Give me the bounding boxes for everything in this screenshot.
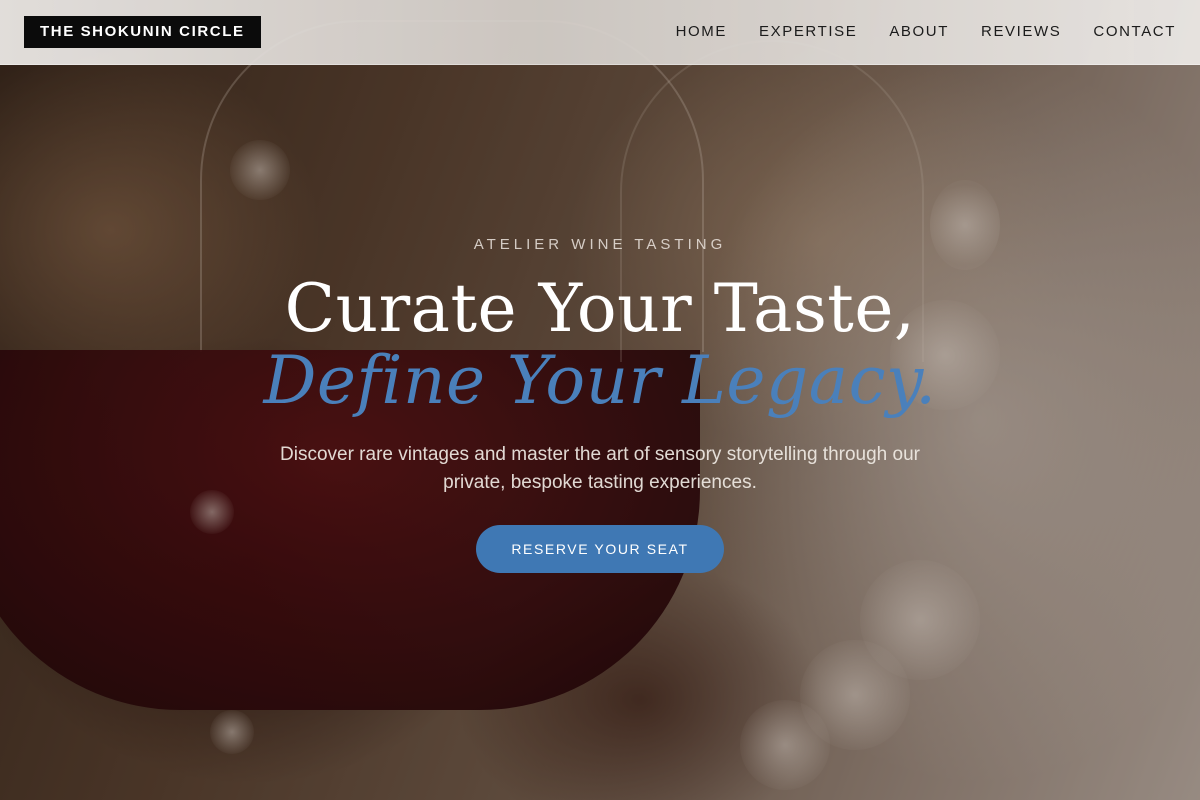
reserve-seat-button[interactable]: RESERVE YOUR SEAT [476,525,724,573]
navbar: THE SHOKUNIN CIRCLE HOME EXPERTISE ABOUT… [0,0,1200,65]
nav-link-contact[interactable]: CONTACT [1093,23,1176,40]
nav-links: HOME EXPERTISE ABOUT REVIEWS CONTACT [676,0,1176,64]
nav-item-about: ABOUT [889,23,949,41]
hero-eyebrow: ATELIER WINE TASTING [473,236,727,253]
hero-section: ATELIER WINE TASTING Curate Your Taste, … [0,236,1200,573]
nav-link-expertise[interactable]: EXPERTISE [759,23,857,40]
nav-item-reviews: REVIEWS [981,23,1061,41]
hero-description: Discover rare vintages and master the ar… [280,444,920,493]
hero-headline-line1: Curate Your Taste, [284,270,916,347]
nav-item-home: HOME [676,23,727,41]
nav-item-expertise: EXPERTISE [759,23,857,41]
hero-headline: Curate Your Taste, Define Your Legacy. [0,273,1200,417]
hero-headline-line2: Define Your Legacy. [263,342,937,419]
nav-link-home[interactable]: HOME [676,23,727,40]
nav-item-contact: CONTACT [1093,23,1176,41]
brand-logo[interactable]: THE SHOKUNIN CIRCLE [24,16,261,48]
nav-link-about[interactable]: ABOUT [889,23,949,40]
nav-link-reviews[interactable]: REVIEWS [981,23,1061,40]
